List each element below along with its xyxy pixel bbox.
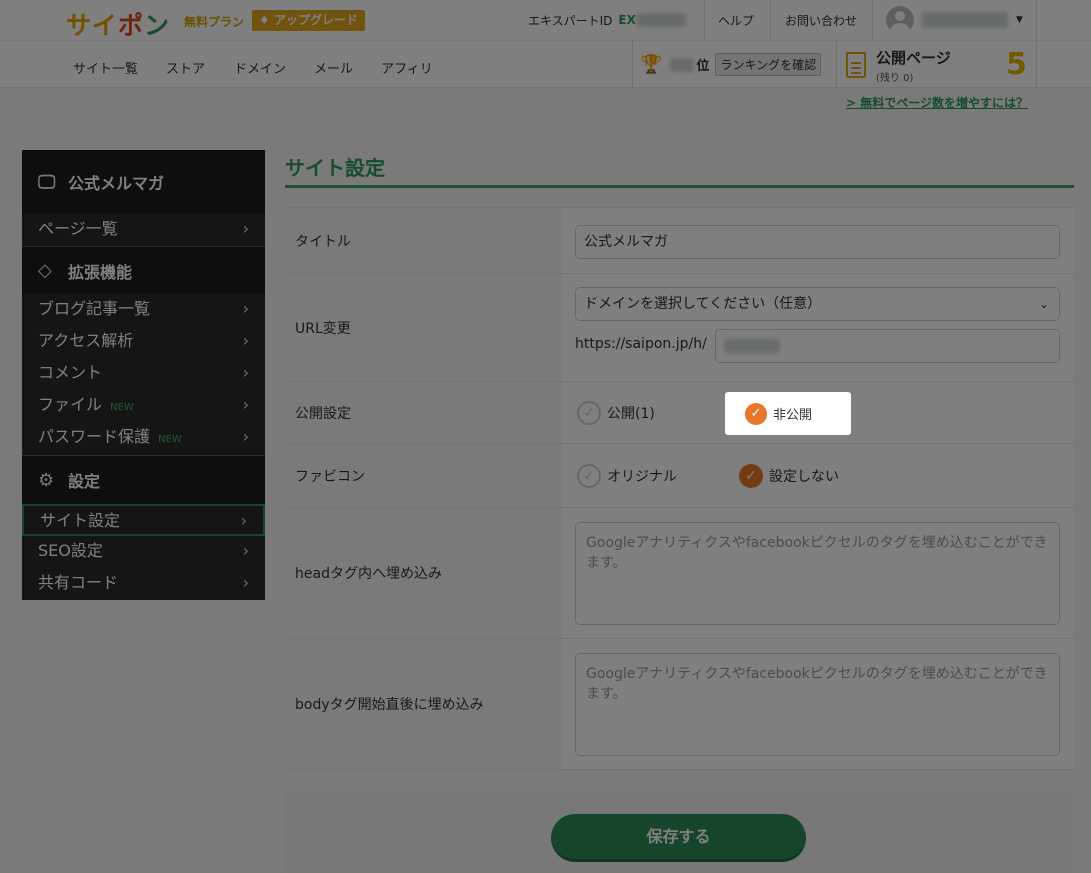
dim-overlay (0, 0, 1091, 873)
check-icon: ✓ (745, 402, 767, 425)
publish-private-radio[interactable]: ✓ 非公開 (725, 392, 851, 435)
